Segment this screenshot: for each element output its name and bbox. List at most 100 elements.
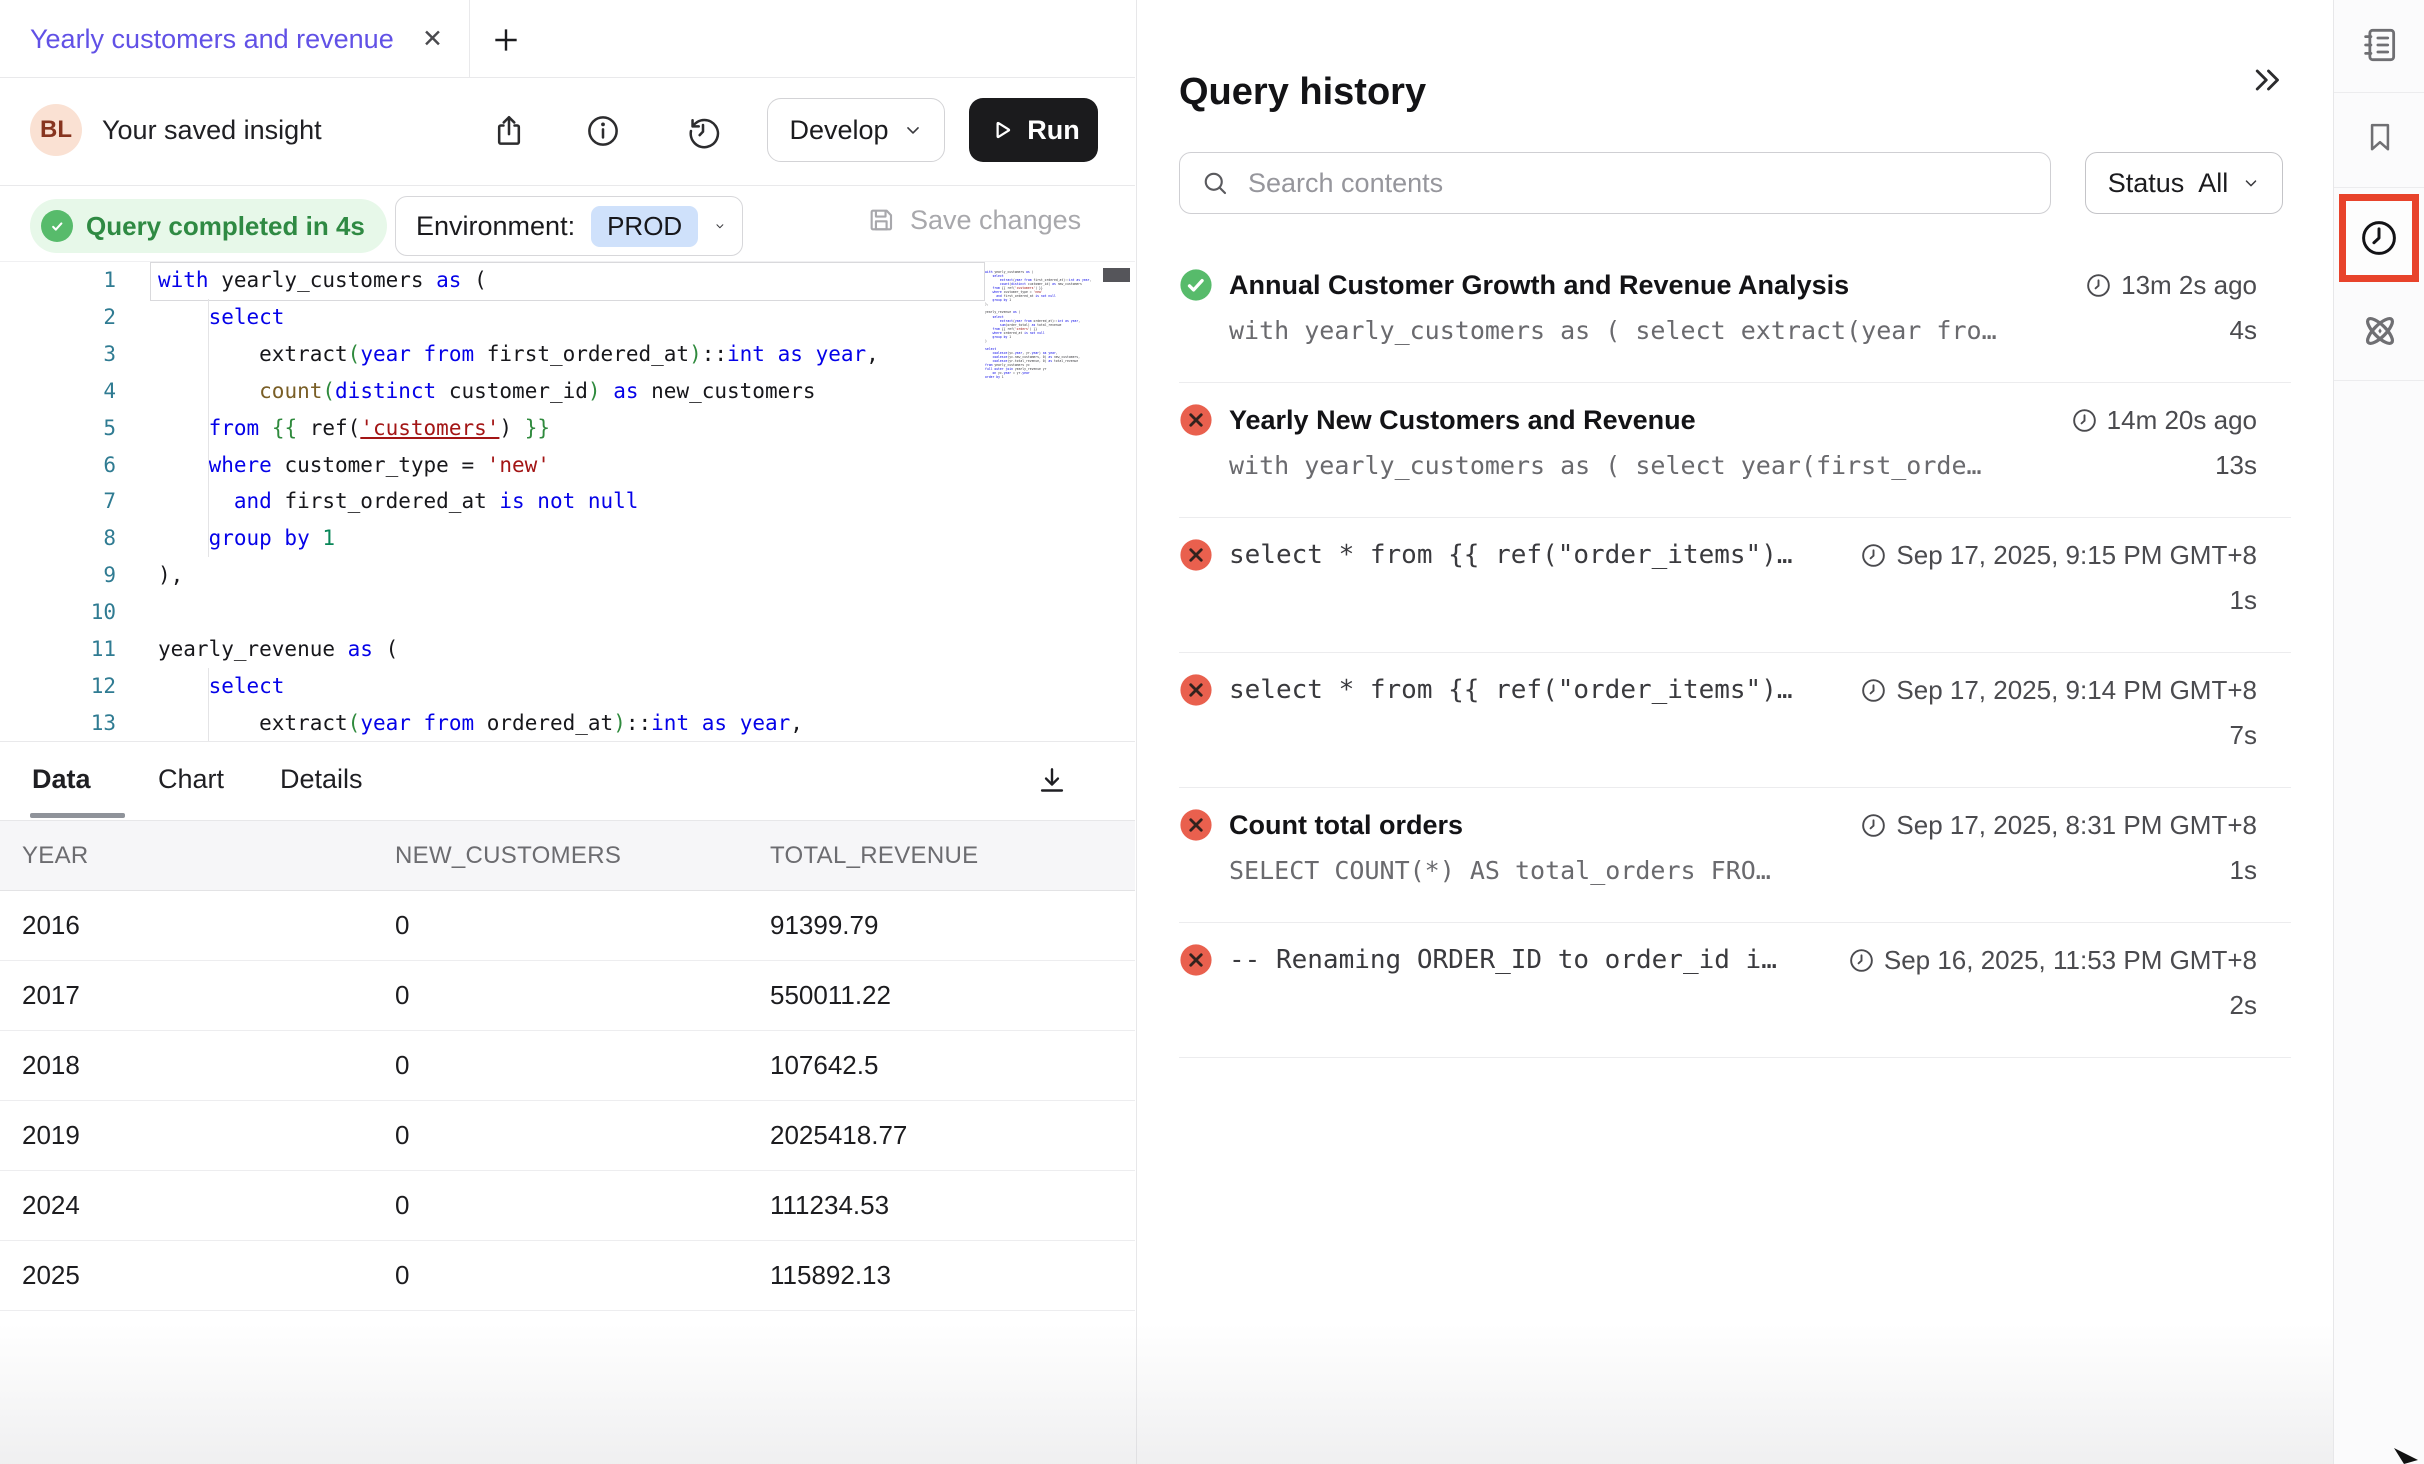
environment-label: Environment: — [416, 211, 575, 242]
table-cell: 0 — [395, 910, 770, 941]
share-button[interactable] — [489, 111, 529, 151]
collapse-panel-button[interactable] — [2245, 58, 2289, 102]
plus-icon — [490, 24, 522, 56]
code-lines: 1with yearly_customers as (2 select3 ext… — [0, 262, 1135, 742]
tab-data[interactable]: Data — [32, 764, 91, 795]
sql-code-editor[interactable]: 1with yearly_customers as (2 select3 ext… — [0, 262, 1135, 742]
table-body: 2016091399.7920170550011.2220180107642.5… — [0, 891, 1135, 1311]
code-line: 7 and first_ordered_at is not null — [0, 483, 1135, 520]
status-filter-label: Status — [2108, 168, 2185, 199]
close-tab-icon[interactable]: ✕ — [422, 27, 443, 52]
version-history-button[interactable] — [683, 111, 723, 151]
download-results-button[interactable] — [1030, 758, 1074, 802]
play-icon — [987, 115, 1017, 145]
editor-panel: Yearly customers and revenue ✕ BL Your s… — [0, 0, 1135, 1464]
success-status-icon — [1179, 268, 1213, 302]
query-snippet: with yearly_customers as ( select extrac… — [1229, 316, 1997, 345]
ai-assistant-button[interactable] — [2334, 308, 2424, 354]
query-title: select * from {{ ref("order_items")… — [1229, 675, 1793, 705]
status-filter-dropdown[interactable]: Status All — [2085, 152, 2283, 214]
code-line: 1with yearly_customers as ( — [0, 262, 1135, 299]
error-status-icon — [1179, 538, 1213, 572]
code-line: 2 select — [0, 299, 1135, 336]
table-row: 20250115892.13 — [0, 1241, 1135, 1311]
query-history-item[interactable]: Yearly New Customers and Revenue 14m 20s … — [1179, 383, 2291, 518]
develop-label: Develop — [789, 115, 888, 146]
tab-chart[interactable]: Chart — [158, 764, 224, 795]
double-chevron-right-icon — [2249, 62, 2285, 98]
table-cell: 2017 — [0, 980, 395, 1011]
success-check-icon — [41, 210, 73, 242]
table-cell: 0 — [395, 1260, 770, 1291]
table-row: 20240111234.53 — [0, 1171, 1135, 1241]
query-run-time: 13m 2s ago — [2061, 270, 2257, 301]
column-header: TOTAL_REVENUE — [770, 842, 1135, 870]
query-run-time: Sep 17, 2025, 9:15 PM GMT+8 — [1836, 540, 2257, 571]
save-changes-button[interactable]: Save changes — [865, 204, 1081, 236]
new-tab-button[interactable] — [486, 20, 526, 60]
environment-dropdown[interactable]: Environment: PROD — [395, 196, 743, 256]
minimap-code: with yearly_customers as ( select extrac… — [985, 270, 1091, 379]
tab-yearly-customers-and-revenue[interactable]: Yearly customers and revenue ✕ — [0, 0, 470, 78]
avatar: BL — [30, 104, 82, 156]
query-snippet: SELECT COUNT(*) AS total_orders FRO… — [1229, 856, 1771, 885]
query-title: Annual Customer Growth and Revenue Analy… — [1229, 270, 1849, 301]
bookmarks-button[interactable] — [2334, 118, 2424, 156]
save-icon — [865, 204, 897, 236]
editor-minimap[interactable]: with yearly_customers as ( select extrac… — [985, 270, 1091, 379]
code-line: 10 — [0, 594, 1135, 631]
query-duration: 7s — [2206, 720, 2257, 751]
column-header: YEAR — [0, 842, 395, 870]
code-line: 3 extract(year from first_ordered_at)::i… — [0, 336, 1135, 373]
environment-value-badge: PROD — [591, 206, 698, 247]
app-root: Yearly customers and revenue ✕ BL Your s… — [0, 0, 2424, 1464]
table-cell: 2025 — [0, 1260, 395, 1291]
ai-sparkle-icon — [2357, 308, 2403, 354]
table-cell: 0 — [395, 1050, 770, 1081]
query-duration: 1s — [2206, 585, 2257, 616]
query-history-item[interactable]: -- Renaming ORDER_ID to order_id i…Sep 1… — [1179, 923, 2291, 1058]
document-header: BL Your saved insight — [0, 78, 1135, 186]
query-run-time: Sep 17, 2025, 9:14 PM GMT+8 — [1836, 675, 2257, 706]
query-run-time: 14m 20s ago — [2047, 405, 2257, 436]
rail-separator — [2334, 380, 2424, 381]
query-duration: 13s — [2191, 450, 2257, 481]
query-history-item[interactable]: Annual Customer Growth and Revenue Analy… — [1179, 248, 2291, 383]
query-duration: 1s — [2206, 855, 2257, 886]
query-history-item[interactable]: select * from {{ ref("order_items")…Sep … — [1179, 518, 2291, 653]
active-tab-indicator — [30, 813, 125, 818]
info-button[interactable] — [583, 111, 623, 151]
code-line: 5 from {{ ref('customers') }} — [0, 410, 1135, 447]
develop-dropdown[interactable]: Develop — [767, 98, 945, 162]
error-status-icon — [1179, 673, 1213, 707]
table-cell: 550011.22 — [770, 980, 1135, 1011]
editor-scrollbar-thumb[interactable] — [1103, 268, 1130, 282]
notebook-button[interactable] — [2334, 24, 2424, 66]
history-icon — [684, 112, 722, 150]
query-history-item[interactable]: select * from {{ ref("order_items")… Sep … — [1179, 653, 2291, 788]
search-input[interactable] — [1246, 167, 2030, 200]
right-rail — [2333, 0, 2424, 1464]
query-history-panel: Query history Status All Annual Customer… — [1136, 0, 2332, 1464]
code-line: 4 count(distinct customer_id) as new_cus… — [0, 373, 1135, 410]
tab-label: Yearly customers and revenue — [30, 24, 394, 55]
query-history-item[interactable]: Count total ordersSep 17, 2025, 8:31 PM … — [1179, 788, 2291, 923]
table-cell: 2025418.77 — [770, 1120, 1135, 1151]
table-cell: 0 — [395, 980, 770, 1011]
rail-separator — [2334, 187, 2424, 188]
share-icon — [490, 112, 528, 150]
code-line: 11yearly_revenue as ( — [0, 631, 1135, 668]
query-title: Yearly New Customers and Revenue — [1229, 405, 1696, 436]
table-cell: 2024 — [0, 1190, 395, 1221]
table-cell: 111234.53 — [770, 1190, 1135, 1221]
error-status-icon — [1179, 943, 1213, 977]
query-history-button-active[interactable] — [2339, 194, 2419, 282]
tab-details[interactable]: Details — [280, 764, 363, 795]
chevron-down-icon — [903, 120, 923, 140]
table-cell: 2016 — [0, 910, 395, 941]
table-header-row: YEARNEW_CUSTOMERSTOTAL_REVENUE — [0, 820, 1135, 891]
table-cell: 2019 — [0, 1120, 395, 1151]
run-button[interactable]: Run — [969, 98, 1098, 162]
code-line: 8 group by 1 — [0, 520, 1135, 557]
info-icon — [584, 112, 622, 150]
